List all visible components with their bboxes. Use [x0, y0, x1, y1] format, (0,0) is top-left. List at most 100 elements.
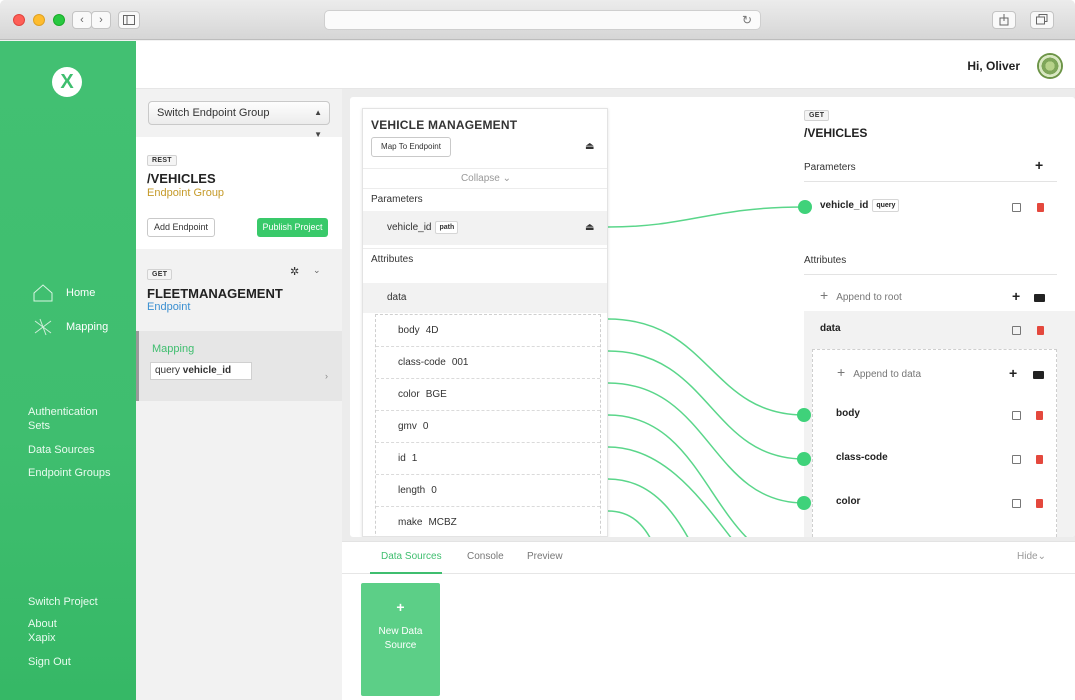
eject-icon[interactable]: ⏏ [585, 211, 594, 245]
source-attr-row[interactable]: make MCBZ [376, 507, 600, 536]
window-titlebar: ‹ › ↻ [0, 0, 1075, 40]
mapping-query: query vehicle_id [150, 362, 252, 380]
source-attr-row[interactable]: class-code 001 [376, 347, 600, 379]
publish-project-button[interactable]: Publish Project [257, 218, 328, 237]
share-button[interactable] [992, 11, 1016, 29]
minimize-window-button[interactable] [33, 14, 45, 26]
sidebar-item-mapping[interactable]: Mapping [32, 315, 108, 339]
target-data-node[interactable]: data [804, 311, 1075, 347]
logo-letter: X [60, 71, 74, 93]
attr-key: id [398, 453, 406, 464]
active-tab-indicator [370, 572, 442, 574]
sidebar: X Home Mapping Authentication Sets Data … [0, 41, 136, 700]
hide-dock-button[interactable]: Hide⌄ [1017, 551, 1046, 562]
edit-icon[interactable] [1012, 499, 1021, 508]
sidebar-link-data-sources[interactable]: Data Sources [28, 443, 95, 457]
edit-icon[interactable] [1012, 326, 1021, 335]
sidebar-link-about[interactable]: About Xapix [28, 617, 70, 645]
mapping-card[interactable]: Mapping query vehicle_id › [136, 331, 342, 401]
tabs-button[interactable] [1030, 11, 1054, 29]
append-to-data[interactable]: + Append to data [837, 364, 921, 380]
tab-preview[interactable]: Preview [527, 551, 563, 571]
add-attribute-icon[interactable]: + [1012, 288, 1020, 304]
source-attr-row[interactable]: color BGE [376, 379, 600, 411]
query-prefix: query [155, 365, 181, 376]
new-data-source-button[interactable]: + New Data Source [361, 583, 440, 696]
source-attr-row[interactable]: id 1 [376, 443, 600, 475]
collapse-toggle[interactable]: Collapse ⌄ [363, 168, 607, 188]
attr-key: make [398, 517, 423, 528]
trash-icon[interactable] [1037, 203, 1044, 212]
attr-value: MCBZ [428, 517, 457, 528]
query-param: vehicle_id [182, 365, 232, 376]
target-attributes-heading: Attributes [804, 247, 1057, 275]
endpoint-group-card[interactable]: REST /VEHICLES Endpoint Group Add Endpoi… [136, 137, 342, 249]
attr-value: 4D [425, 325, 439, 336]
collapse-label: Collapse [460, 173, 500, 184]
address-bar[interactable]: ↻ [324, 10, 761, 30]
source-param-vehicle-id[interactable]: vehicle_id path ⏏ [363, 211, 607, 245]
folder-icon[interactable] [1034, 294, 1045, 302]
chevron-left-icon: ‹ [80, 14, 84, 26]
folder-icon[interactable] [1033, 371, 1044, 379]
gear-icon[interactable]: ✲ [290, 265, 299, 278]
tab-data-sources[interactable]: Data Sources [381, 551, 442, 571]
zoom-window-button[interactable] [53, 14, 65, 26]
endpoint-card[interactable]: GET ✲ ⌄ FLEETMANAGEMENT Endpoint [136, 261, 342, 331]
append-to-root[interactable]: + Append to root [820, 287, 902, 303]
chevron-down-icon[interactable]: ⌄ [313, 265, 321, 276]
edit-icon[interactable] [1012, 203, 1021, 212]
plus-icon: + [837, 364, 846, 380]
user-greeting: Hi, Oliver [967, 59, 1020, 73]
tab-console[interactable]: Console [467, 551, 504, 571]
endpoint-column: Switch Endpoint Group ▲ ▼ REST /VEHICLES … [136, 89, 342, 700]
avatar[interactable] [1037, 53, 1063, 79]
sidebar-link-endpoint-groups[interactable]: Endpoint Groups [28, 466, 111, 480]
forward-button[interactable]: › [91, 11, 111, 29]
add-endpoint-button[interactable]: Add Endpoint [147, 218, 215, 237]
trash-icon[interactable] [1036, 411, 1043, 420]
eject-icon[interactable]: ⏏ [585, 141, 594, 152]
append-data-label: Append to data [853, 369, 922, 380]
trash-icon[interactable] [1037, 326, 1044, 335]
connection-node[interactable] [797, 452, 811, 466]
edit-icon[interactable] [1012, 455, 1021, 464]
target-field-class-code[interactable]: class-code [836, 452, 888, 463]
chevron-right-icon: › [325, 371, 328, 381]
back-button[interactable]: ‹ [72, 11, 92, 29]
endpoint-group-path: /VEHICLES [147, 171, 216, 186]
edit-icon[interactable] [1012, 411, 1021, 420]
chevron-right-icon: › [99, 14, 103, 26]
target-field-color[interactable]: color [836, 496, 860, 507]
parameters-label: Parameters [804, 162, 856, 173]
endpoint-group-subtitle: Endpoint Group [147, 187, 225, 199]
xapix-logo[interactable]: X [52, 67, 82, 97]
trash-icon[interactable] [1036, 499, 1043, 508]
trash-icon[interactable] [1036, 455, 1043, 464]
sidebar-link-switch-project[interactable]: Switch Project [28, 595, 98, 609]
endpoint-group-select[interactable]: Switch Endpoint Group ▲ ▼ [148, 101, 330, 139]
sidebar-link-authentication-sets[interactable]: Authentication Sets [28, 405, 108, 433]
sidebar-item-home[interactable]: Home [32, 281, 95, 305]
wire-id [607, 446, 732, 537]
connection-node[interactable] [797, 408, 811, 422]
home-icon [33, 284, 53, 302]
reload-icon[interactable]: ↻ [742, 13, 752, 27]
connection-node[interactable] [797, 496, 811, 510]
add-parameter-icon[interactable]: + [1035, 157, 1043, 173]
attr-key: color [398, 389, 420, 400]
sidebar-link-sign-out[interactable]: Sign Out [28, 655, 71, 669]
sidebar-toggle-button[interactable] [118, 11, 140, 29]
close-window-button[interactable] [13, 14, 25, 26]
add-field-icon[interactable]: + [1009, 365, 1017, 381]
source-attr-row[interactable]: gmv 0 [376, 411, 600, 443]
source-attr-row[interactable]: body 4D [376, 315, 600, 347]
source-data-node[interactable]: data [363, 283, 607, 313]
connection-node[interactable] [798, 200, 812, 214]
target-parameters-heading: Parameters [804, 154, 1057, 182]
attr-value: 001 [451, 357, 469, 368]
target-param-vehicle-id[interactable]: vehicle_id query [820, 199, 900, 212]
source-attr-row[interactable]: length 0 [376, 475, 600, 507]
target-field-body[interactable]: body [836, 408, 860, 419]
map-to-endpoint-button[interactable]: Map To Endpoint [371, 137, 451, 157]
